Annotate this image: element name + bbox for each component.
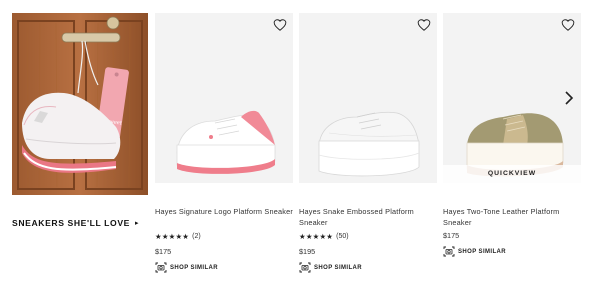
- heart-outline-icon[interactable]: [273, 18, 287, 32]
- promo-lifestyle-image[interactable]: Be sweet: [12, 13, 148, 195]
- heart-outline-icon[interactable]: [417, 18, 431, 32]
- product-rating: ★★★★★ (50): [299, 232, 349, 241]
- white-snake-sneaker-image: [318, 111, 420, 177]
- camera-scan-icon: [299, 262, 311, 273]
- star-rating-icon: ★★★★★: [299, 232, 334, 241]
- product-card-2[interactable]: Hayes Snake Embossed Platform Sneaker ★★…: [299, 13, 437, 273]
- camera-scan-icon: [443, 246, 455, 257]
- product-image[interactable]: [299, 13, 437, 183]
- shop-similar-button[interactable]: SHOP SIMILAR: [443, 246, 506, 257]
- quickview-button[interactable]: QUICKVIEW: [443, 165, 581, 183]
- promo-title-link[interactable]: SNEAKERS SHE'LL LOVE ▸: [12, 218, 139, 228]
- shop-similar-label: SHOP SIMILAR: [314, 264, 363, 271]
- caret-right-icon: ▸: [134, 220, 140, 227]
- product-price: $195: [299, 247, 316, 256]
- product-card-1[interactable]: Hayes Signature Logo Platform Sneaker ★★…: [155, 13, 293, 273]
- chevron-right-icon[interactable]: [563, 91, 575, 105]
- product-image[interactable]: QUICKVIEW: [443, 13, 581, 183]
- shop-similar-button[interactable]: SHOP SIMILAR: [155, 262, 218, 273]
- product-price: $175: [155, 247, 172, 256]
- camera-scan-icon: [155, 262, 167, 273]
- star-rating-icon: ★★★★★: [155, 232, 190, 241]
- product-rating: ★★★★★ (2): [155, 232, 201, 241]
- product-image[interactable]: [155, 13, 293, 183]
- review-count: (2): [192, 233, 201, 240]
- product-name[interactable]: Hayes Two-Tone Leather Platform Sneaker: [443, 206, 581, 228]
- heart-outline-icon[interactable]: [561, 18, 575, 32]
- door-sneakers-photo: Be sweet: [12, 13, 148, 195]
- shop-similar-button[interactable]: SHOP SIMILAR: [299, 262, 362, 273]
- promo-title-text: SNEAKERS SHE'LL LOVE: [12, 218, 130, 228]
- pink-white-sneaker-image: [176, 110, 276, 174]
- product-name[interactable]: Hayes Snake Embossed Platform Sneaker: [299, 206, 437, 228]
- shop-similar-label: SHOP SIMILAR: [170, 264, 219, 271]
- product-card-3[interactable]: QUICKVIEW Hayes Two-Tone Leather Platfor…: [443, 13, 581, 273]
- review-count: (50): [336, 233, 349, 240]
- shop-similar-label: SHOP SIMILAR: [458, 248, 507, 255]
- product-price: $175: [443, 231, 460, 240]
- two-tone-leather-sneaker-image: [466, 113, 564, 177]
- product-name[interactable]: Hayes Signature Logo Platform Sneaker: [155, 206, 293, 217]
